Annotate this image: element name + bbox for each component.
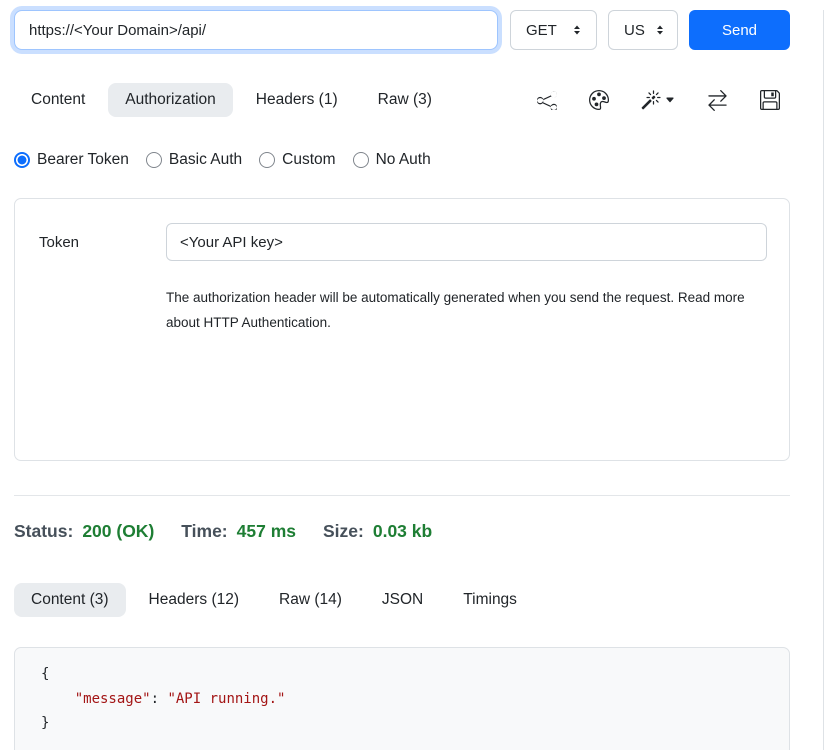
chevron-expand-icon [570,23,584,37]
swap-arrows-icon[interactable] [707,90,728,111]
request-tabs-row: Content Authorization Headers (1) Raw (3… [14,83,790,117]
tab-response-raw[interactable]: Raw (14) [262,583,359,617]
response-tabs: Content (3) Headers (12) Raw (14) JSON T… [14,583,790,617]
time-value: 457 ms [237,521,296,542]
json-string-value: "API running." [167,691,285,707]
auth-option-custom[interactable]: Custom [259,151,335,169]
status-label: Status: [14,521,73,542]
auth-option-basic-auth[interactable]: Basic Auth [146,151,242,169]
request-bar: GET US Send [14,10,790,50]
save-icon[interactable] [760,90,780,110]
auth-option-label: Custom [282,151,335,169]
method-select[interactable]: GET [510,10,597,50]
region-select[interactable]: US [608,10,678,50]
method-select-value: GET [526,22,557,39]
palette-icon[interactable] [589,90,609,110]
token-row: Token [39,223,767,261]
auth-option-label: No Auth [376,151,431,169]
token-input[interactable] [166,223,767,261]
tab-response-headers[interactable]: Headers (12) [132,583,256,617]
auth-type-options: Bearer Token Basic Auth Custom No Auth [14,151,790,169]
radio-unselected-icon [146,152,162,168]
request-tabs: Content Authorization Headers (1) Raw (3… [14,83,449,117]
code-line: { "message": "API running." } [41,666,285,731]
radio-unselected-icon [353,152,369,168]
section-divider [14,495,790,496]
auth-help-text: The authorization header will be automat… [166,285,749,335]
region-select-value: US [624,22,645,39]
tab-raw[interactable]: Raw (3) [361,83,449,117]
tab-response-content[interactable]: Content (3) [14,583,126,617]
auth-option-label: Basic Auth [169,151,242,169]
request-toolbar [537,90,790,111]
size-label: Size: [323,521,364,542]
bearer-token-panel: Token The authorization header will be a… [14,198,790,461]
radio-selected-icon [14,152,30,168]
time-label: Time: [181,521,227,542]
tab-content[interactable]: Content [14,83,102,117]
share-icon[interactable] [537,90,557,110]
api-client-page: GET US Send Content Authorization Header… [0,10,837,750]
caret-down-icon [665,95,675,105]
content-right-border [823,10,824,750]
auth-option-bearer-token[interactable]: Bearer Token [14,151,129,169]
magic-wand-icon[interactable] [641,90,675,110]
radio-unselected-icon [259,152,275,168]
tab-authorization[interactable]: Authorization [108,83,232,117]
response-body: { "message": "API running." } [14,647,790,750]
json-key: "message" [75,691,151,707]
tab-response-json[interactable]: JSON [365,583,440,617]
chevron-expand-icon [653,23,667,37]
size-value: 0.03 kb [373,521,432,542]
token-label: Token [39,234,166,251]
tab-response-timings[interactable]: Timings [446,583,534,617]
auth-option-label: Bearer Token [37,151,129,169]
tab-headers[interactable]: Headers (1) [239,83,355,117]
response-status-bar: Status: 200 (OK) Time: 457 ms Size: 0.03… [14,521,790,542]
send-button[interactable]: Send [689,10,790,50]
auth-option-no-auth[interactable]: No Auth [353,151,431,169]
status-value: 200 (OK) [82,521,154,542]
url-input[interactable] [14,10,498,50]
